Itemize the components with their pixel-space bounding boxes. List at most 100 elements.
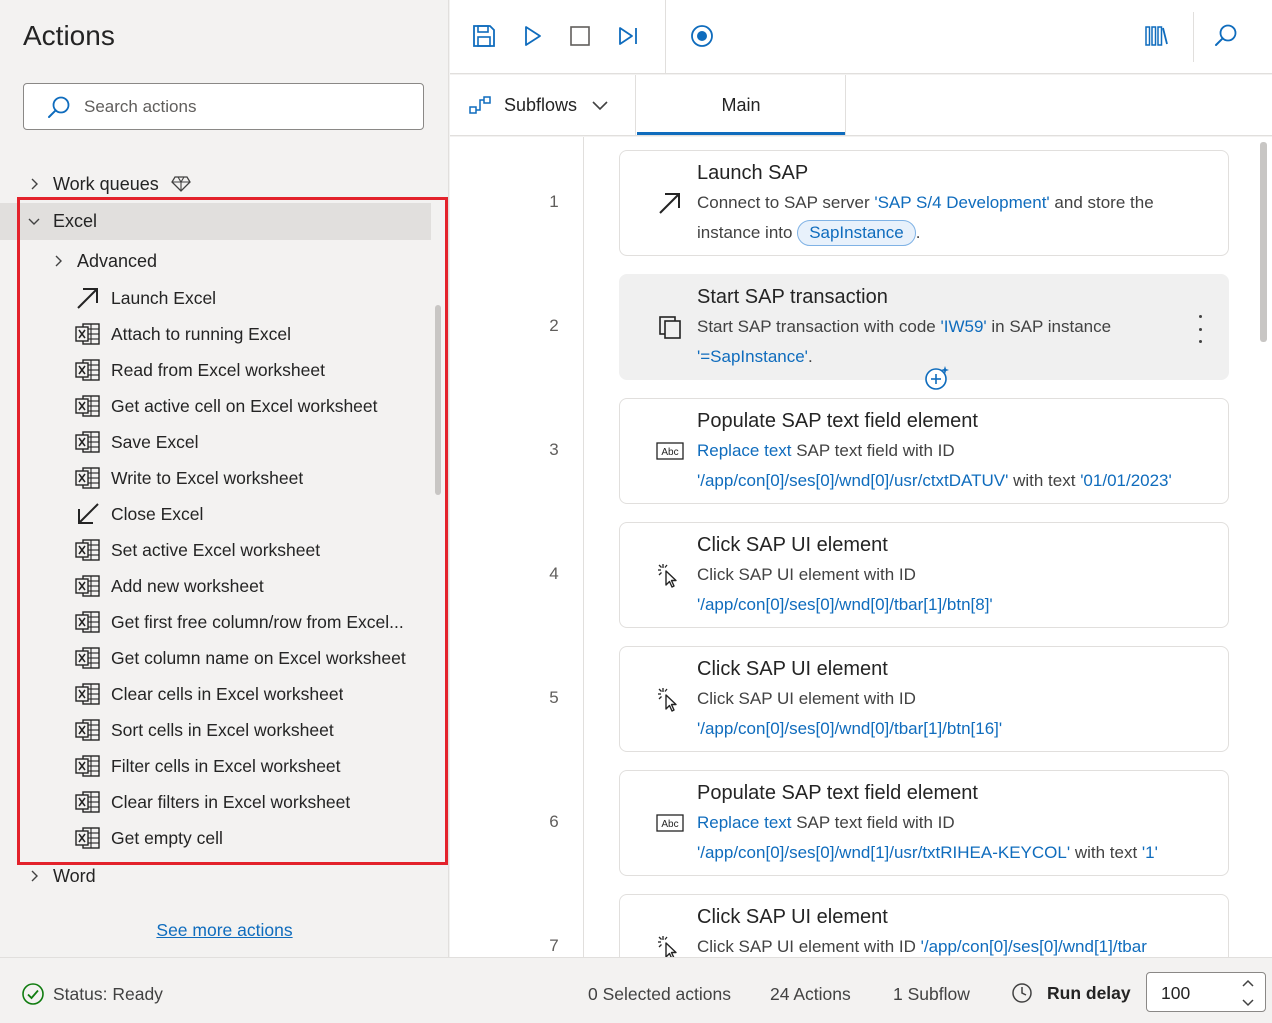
flow-step[interactable]: Abc Populate SAP text field element Replac… [619,770,1229,876]
excel-action-label: Attach to running Excel [111,323,291,344]
excel-action-item[interactable]: Read from Excel worksheet [75,354,420,386]
step-value: Replace text [697,441,792,460]
tree-group-advanced[interactable]: Advanced [51,243,431,279]
tree-group-word[interactable]: Word [27,858,407,894]
run-button[interactable] [516,20,548,52]
excel-action-item[interactable]: Get column name on Excel worksheet [75,642,420,674]
excel-icon [75,681,101,707]
excel-action-item[interactable]: Get first free column/row from Excel... [75,606,420,638]
tree-group-excel[interactable]: Excel [0,203,431,240]
flow-step[interactable]: Click SAP UI element Click SAP UI element… [619,522,1229,628]
stop-button[interactable] [564,20,596,52]
excel-action-item[interactable]: Get empty cell [75,822,420,854]
run-delay-input[interactable] [1161,981,1231,1005]
line-number: 6 [549,812,559,831]
excel-action-item[interactable]: Attach to running Excel [75,318,420,350]
save-icon [473,25,495,47]
step-text: with text [1070,843,1142,862]
run-delay-spinbox[interactable] [1146,972,1266,1012]
step-title: Populate SAP text field element [697,782,978,804]
step-title: Launch SAP [697,162,809,184]
line-number: 7 [549,936,559,955]
excel-action-item[interactable]: Clear filters in Excel worksheet [75,786,420,818]
excel-action-label: Write to Excel worksheet [111,467,304,488]
excel-action-item[interactable]: Write to Excel worksheet [75,462,420,494]
excel-action-item[interactable]: Clear cells in Excel worksheet [75,678,420,710]
flow-scrollbar[interactable] [1260,142,1267,342]
flow-step[interactable]: Start SAP transaction Start SAP transacti… [619,274,1229,390]
search-input[interactable] [84,92,404,122]
chevron-right-icon [27,869,41,883]
step-text: . [915,223,921,242]
clock-icon [1012,983,1032,1003]
excel-action-label: Add new worksheet [111,575,264,596]
transaction-icon [656,313,684,341]
tab-main-label: Main [721,94,761,115]
step-value: '/app/con[0]/ses[0]/wnd[0]/usr/ctxtDATUV… [697,471,1009,490]
step-value: '01/01/2023' [1080,471,1172,490]
variable-pill[interactable]: SapInstance [797,220,916,246]
flow-step[interactable]: Click SAP UI element Click SAP UI element… [619,646,1229,752]
step-value: Replace text [697,813,792,832]
excel-action-item[interactable]: Filter cells in Excel worksheet [75,750,420,782]
excel-icon [75,321,101,347]
record-icon [691,25,713,47]
step-description: Click SAP UI element with ID '/app/con[0… [697,684,1197,744]
excel-icon [75,753,101,779]
run-delay-label: Run delay [1011,982,1131,1004]
step-description: Replace text SAP text field with ID '/ap… [697,808,1197,868]
premium-diamond-icon [170,175,191,193]
tab-main[interactable]: Main [637,75,846,135]
step-title: Click SAP UI element [697,658,888,680]
step-value: 'IW59' [940,317,987,336]
chevron-up-icon[interactable] [1241,978,1255,988]
step-value: 'SAP S/4 Development' [874,193,1050,212]
selected-actions-count: 0 Selected actions [588,984,732,1004]
add-action-icon[interactable] [924,365,950,396]
search-icon [1215,24,1237,46]
step-text: Click SAP UI element with ID [697,689,916,708]
excel-action-item[interactable]: Launch Excel [75,282,420,314]
chevron-down-icon[interactable] [1241,998,1255,1008]
line-number: 3 [549,440,559,459]
toolbar-separator [1193,12,1194,62]
find-button[interactable] [1210,20,1242,52]
excel-icon [75,357,101,383]
search-box[interactable] [23,83,424,130]
run-next-action-button[interactable] [612,20,644,52]
click-icon [656,561,684,589]
recorder-button[interactable] [686,20,718,52]
flow-step[interactable]: Click SAP UI element Click SAP UI element… [619,894,1229,957]
flow-step[interactable]: Launch SAP Connect to SAP server 'SAP S/4… [619,150,1229,256]
excel-action-item[interactable]: Close Excel [75,498,420,530]
actions-pane: Actions Work queues Excel Advanced Launc… [0,0,449,957]
variables-button[interactable] [1140,20,1172,52]
excel-action-item[interactable]: Sort cells in Excel worksheet [75,714,420,746]
step-title: Click SAP UI element [697,534,888,556]
excel-icon [75,537,101,563]
step-text: Start SAP transaction with code [697,317,941,336]
tree-group-label: Word [53,865,96,886]
text-field-icon: Abc [656,437,684,465]
subflows-dropdown[interactable]: Subflows [450,75,636,135]
step-title: Start SAP transaction [697,286,888,308]
step-text: . [807,347,813,366]
status-text: Status: Ready [53,983,163,1004]
excel-action-item[interactable]: Save Excel [75,426,420,458]
excel-action-label: Set active Excel worksheet [111,539,321,560]
more-options-icon[interactable] [1190,315,1210,343]
excel-action-label: Get column name on Excel worksheet [111,647,406,668]
step-text: Connect to SAP server [697,193,875,212]
excel-action-label: Close Excel [111,503,204,524]
flow-step[interactable]: Abc Populate SAP text field element Replac… [619,398,1229,504]
excel-action-item[interactable]: Set active Excel worksheet [75,534,420,566]
see-more-actions-link[interactable]: See more actions [0,920,449,941]
excel-action-item[interactable]: Add new worksheet [75,570,420,602]
actions-pane-scrollbar[interactable] [435,305,441,495]
excel-action-item[interactable]: Get active cell on Excel worksheet [75,390,420,422]
save-button[interactable] [468,20,500,52]
status-bar: Status: Ready 0 Selected actions 24 Acti… [0,957,1272,1023]
tree-group-work-queues[interactable]: Work queues [27,166,427,202]
step-value: '/app/con[0]/ses[0]/wnd[1]/usr/txtRIHEA-… [697,843,1071,862]
actions-count: 24 Actions [770,984,851,1004]
